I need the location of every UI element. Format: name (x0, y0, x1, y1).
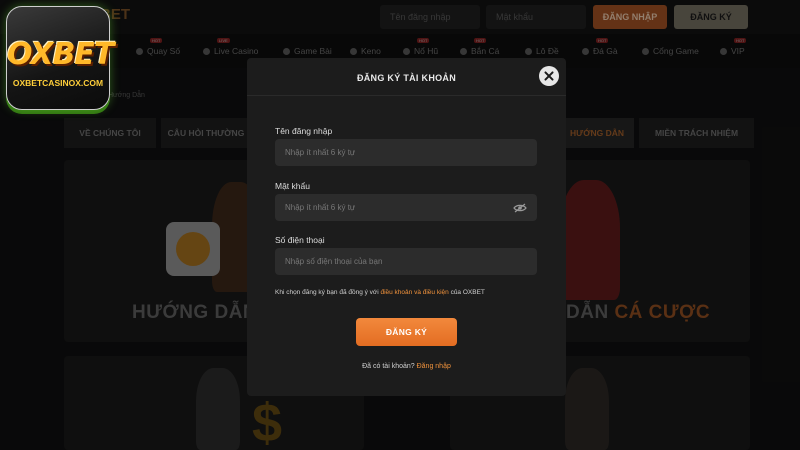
phone-label: Số điện thoại (275, 235, 325, 245)
username-label: Tên đăng nhập (275, 126, 333, 136)
modal-title: ĐĂNG KÝ TÀI KHOẢN (356, 73, 457, 83)
oxbet-logo-badge: OXBET OXBETCASINOX.COM (6, 6, 114, 110)
register-modal: ĐĂNG KÝ TÀI KHOẢN Tên đăng nhập Mật khẩu… (247, 58, 566, 396)
logo-domain: OXBETCASINOX.COM (12, 78, 104, 88)
terms-link[interactable]: điều khoản và điều kiện (380, 289, 448, 296)
terms-notice: Khi chọn đăng ký bạn đã đồng ý với điều … (275, 289, 485, 296)
password-input[interactable] (275, 194, 537, 221)
logo-wordmark: OXBET (7, 37, 114, 72)
username-input[interactable] (275, 139, 537, 166)
close-icon[interactable] (539, 66, 559, 86)
login-link[interactable]: Đăng nhập (417, 363, 451, 370)
login-prompt: Đã có tài khoản? Đăng nhập (362, 363, 451, 370)
modal-header: ĐĂNG KÝ TÀI KHOẢN (247, 58, 566, 96)
phone-input[interactable] (275, 248, 537, 275)
password-label: Mật khẩu (275, 181, 310, 191)
register-submit-button[interactable]: ĐĂNG KÝ (356, 318, 457, 346)
eye-slash-icon[interactable] (513, 203, 527, 213)
